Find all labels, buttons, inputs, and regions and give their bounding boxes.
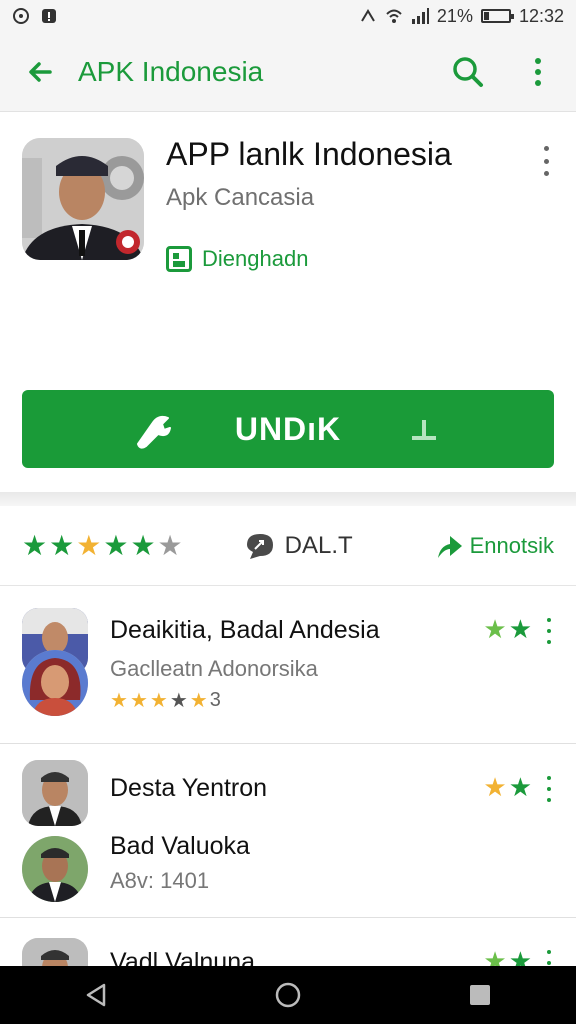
nav-home-button[interactable] bbox=[270, 977, 306, 1013]
app-bar: APK Indonesia bbox=[0, 32, 576, 112]
star-icon: ★ bbox=[508, 946, 532, 966]
overflow-menu-button[interactable] bbox=[520, 54, 556, 90]
signal-icon bbox=[411, 8, 429, 24]
nav-recents-icon bbox=[470, 985, 490, 1005]
notification-icon bbox=[13, 8, 29, 24]
back-button[interactable] bbox=[20, 52, 60, 92]
list-item[interactable]: Desta Yentron ★ ★ Bad Valuoka A8v: 1401 bbox=[0, 744, 576, 918]
download-icon bbox=[412, 420, 436, 440]
nav-back-button[interactable] bbox=[78, 977, 114, 1013]
star-icon: ★ bbox=[169, 690, 188, 712]
developer-link[interactable]: Dienghadn bbox=[166, 246, 308, 272]
list-item-subtitle: Gaclleatn Adonorsika bbox=[110, 656, 318, 681]
star-icon: ★ bbox=[483, 946, 507, 966]
star-icon: ★ bbox=[103, 529, 129, 561]
app-icon-image bbox=[22, 138, 144, 260]
rating-count: 3 bbox=[209, 689, 221, 711]
avatar bbox=[22, 836, 88, 902]
comment-icon bbox=[246, 533, 273, 559]
list-item-title: Deaikitia, Badal Andesia bbox=[110, 616, 380, 644]
app-subtitle: Apk Cancasia bbox=[166, 184, 315, 211]
star-icon: ★ bbox=[129, 690, 148, 712]
share-icon bbox=[437, 535, 462, 558]
comments-label: DAL.T bbox=[284, 531, 353, 559]
search-button[interactable] bbox=[450, 54, 486, 90]
more-vert-icon bbox=[535, 57, 541, 86]
list-item-more-button[interactable] bbox=[542, 618, 556, 644]
status-bar: 21% 12:32 bbox=[0, 0, 576, 32]
list-item-rating: ★ ★ ★ ★ ★ 3 bbox=[110, 688, 221, 713]
search-icon bbox=[453, 56, 483, 87]
star-icon: ★ bbox=[508, 614, 532, 644]
star-icon: ★ bbox=[149, 690, 168, 712]
list-item-more-button[interactable] bbox=[542, 776, 556, 802]
status-time: 12:32 bbox=[518, 5, 564, 26]
list-item-more-button[interactable] bbox=[542, 950, 556, 966]
install-button[interactable]: UNDıK bbox=[22, 390, 554, 468]
star-icon: ★ bbox=[508, 772, 532, 802]
section-divider bbox=[0, 492, 576, 506]
nav-home-icon bbox=[275, 982, 301, 1008]
nav-back-icon bbox=[86, 983, 106, 1007]
star-icon: ★ bbox=[130, 529, 156, 561]
avatar bbox=[22, 938, 88, 966]
app-bar-title: APK Indonesia bbox=[78, 55, 264, 87]
comments-stat[interactable]: DAL.T bbox=[245, 531, 353, 561]
app-overflow-button[interactable] bbox=[534, 146, 558, 176]
developer-name: Dienghadn bbox=[202, 246, 309, 271]
developer-icon bbox=[166, 246, 192, 272]
star-icon: ★ bbox=[483, 772, 507, 802]
share-stat[interactable]: Ennotsik bbox=[436, 532, 554, 560]
list-item-stars: ★ ★ bbox=[483, 948, 532, 966]
star-icon: ★ bbox=[483, 614, 507, 644]
related-apps-list: Deaikitia, Badal Andesia Gaclleatn Adono… bbox=[0, 586, 576, 966]
app-header: APP lanlk Indonesia Apk Cancasia Diengha… bbox=[0, 112, 576, 492]
star-icon: ★ bbox=[22, 529, 48, 561]
install-label: UNDıK bbox=[234, 410, 342, 447]
battery-icon bbox=[480, 9, 514, 23]
battery-percent: 21% bbox=[436, 5, 473, 26]
list-item-stars: ★ ★ bbox=[483, 616, 532, 642]
list-item-subtitle: A8v: 1401 bbox=[110, 868, 210, 893]
rating-stars: ★ ★ ★ ★ ★ ★ bbox=[22, 529, 183, 561]
back-arrow-icon bbox=[29, 61, 52, 82]
stats-row: ★ ★ ★ ★ ★ ★ DAL.T Ennotsik bbox=[0, 506, 576, 586]
share-label: Ennotsik bbox=[469, 532, 554, 558]
list-item[interactable]: Vadl Valnuna ★ ★ bbox=[0, 918, 576, 966]
avatar bbox=[22, 650, 88, 716]
list-item[interactable]: Deaikitia, Badal Andesia Gaclleatn Adono… bbox=[0, 586, 576, 744]
app-icon bbox=[22, 138, 144, 260]
system-nav-bar bbox=[0, 966, 576, 1024]
alert-icon bbox=[42, 9, 56, 23]
nav-recents-button[interactable] bbox=[462, 977, 498, 1013]
avatar bbox=[22, 760, 88, 826]
star-icon: ★ bbox=[49, 529, 75, 561]
wifi-icon bbox=[386, 9, 402, 23]
list-item-title: Vadl Valnuna bbox=[110, 948, 256, 966]
star-icon: ★ bbox=[76, 529, 102, 561]
app-title: APP lanlk Indonesia bbox=[166, 136, 452, 172]
install-wrench-icon bbox=[137, 415, 171, 449]
list-item-stars: ★ ★ bbox=[483, 774, 532, 800]
nfc-icon bbox=[361, 9, 375, 22]
list-item-title: Desta Yentron bbox=[110, 774, 268, 802]
star-icon: ★ bbox=[157, 529, 183, 561]
list-item-title: Bad Valuoka bbox=[110, 832, 250, 860]
star-icon: ★ bbox=[189, 690, 208, 712]
star-icon: ★ bbox=[110, 690, 128, 712]
